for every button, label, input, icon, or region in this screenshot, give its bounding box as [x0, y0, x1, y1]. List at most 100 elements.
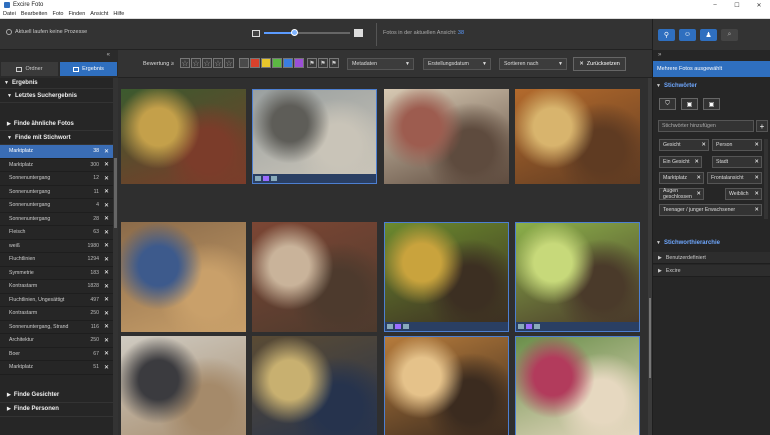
menu-hilfe[interactable]: Hilfe: [113, 11, 124, 17]
keyword-row[interactable]: Sonnenuntergang, Strand 116 ✕: [0, 321, 113, 334]
minimize-button[interactable]: –: [704, 0, 726, 10]
section-faces[interactable]: ▶ Finde Gesichter: [0, 388, 113, 403]
remove-keyword-icon[interactable]: ✕: [104, 269, 109, 276]
keyword-row[interactable]: Fluchtlinien, Ungesättigt 497 ✕: [0, 294, 113, 307]
keyword-row[interactable]: Kontrastarm 1828 ✕: [0, 280, 113, 294]
remove-keyword-icon[interactable]: ✕: [104, 188, 109, 195]
keyword-tag[interactable]: Frontalansicht ✕: [707, 172, 762, 184]
color-tag-icon[interactable]: [526, 324, 532, 329]
color-label-swatch[interactable]: [261, 58, 271, 68]
section-last-search[interactable]: ▼ Letztes Suchergebnis: [0, 89, 113, 103]
hierarchy-item-excire[interactable]: ▶ Excire: [653, 265, 770, 277]
keyword-tag[interactable]: Stadt ✕: [712, 156, 762, 168]
keyword-row[interactable]: Fleisch 63 ✕: [0, 226, 113, 240]
section-persons[interactable]: ▶ Finde Personen: [0, 402, 113, 417]
remove-tag-icon[interactable]: ✕: [754, 191, 759, 197]
rating-icon[interactable]: [387, 324, 393, 329]
color-label-swatch[interactable]: [283, 58, 293, 68]
remove-tag-icon[interactable]: ✕: [701, 142, 706, 148]
keyword-tags-scrollbar[interactable]: [764, 139, 768, 219]
close-button[interactable]: ✕: [748, 0, 770, 10]
zoom-slider[interactable]: [264, 29, 350, 36]
remove-keyword-icon[interactable]: ✕: [104, 310, 109, 317]
left-panel-scroll-thumb[interactable]: [114, 158, 117, 228]
keyword-tag[interactable]: Teenager / junger Erwachsener ✕: [659, 204, 762, 216]
remove-keyword-icon[interactable]: ✕: [104, 161, 109, 168]
metadata-dropdown[interactable]: Metadaten ▼: [347, 58, 414, 70]
remove-keyword-icon[interactable]: ✕: [104, 323, 109, 330]
photo-thumbnail[interactable]: [384, 89, 509, 184]
keyword-tag[interactable]: Marktplatz ✕: [659, 172, 704, 184]
star-icon[interactable]: ☆: [224, 58, 234, 68]
star-icon[interactable]: ☆: [180, 58, 190, 68]
remove-keyword-icon[interactable]: ✕: [104, 242, 109, 249]
photo-thumbnail[interactable]: [515, 336, 640, 435]
search-tool-button[interactable]: ⌕: [721, 28, 738, 41]
date-dropdown[interactable]: Erstellungsdatum ▼: [423, 58, 491, 70]
color-label-swatch[interactable]: [239, 58, 249, 68]
flag-icon[interactable]: ⚑: [329, 58, 339, 68]
photo-thumbnail[interactable]: [515, 89, 640, 184]
star-icon[interactable]: ☆: [202, 58, 212, 68]
rating-icon[interactable]: [255, 176, 261, 181]
photo-thumbnail[interactable]: [515, 222, 640, 332]
remove-keyword-icon[interactable]: ✕: [104, 148, 109, 155]
keyword-row[interactable]: Marktplatz 38 ✕: [0, 145, 113, 159]
keyword-row[interactable]: Marktplatz 51 ✕: [0, 361, 113, 375]
section-similar[interactable]: ▶ Finde ähnliche Fotos: [0, 117, 113, 131]
rating-icon[interactable]: [518, 324, 524, 329]
menu-foto[interactable]: Foto: [52, 11, 63, 17]
zoom-in-icon[interactable]: [354, 29, 363, 37]
flag-icon[interactable]: [403, 324, 409, 329]
remove-tag-icon[interactable]: ✕: [754, 207, 759, 213]
keyword-row[interactable]: Sonnenuntergang 28 ✕: [0, 213, 113, 226]
keyword-tag[interactable]: Gesicht ✕: [659, 139, 709, 151]
remove-keyword-icon[interactable]: ✕: [104, 175, 109, 182]
remove-keyword-icon[interactable]: ✕: [104, 364, 109, 371]
remove-tag-icon[interactable]: ✕: [754, 159, 759, 165]
flag-icon[interactable]: ⚑: [318, 58, 328, 68]
sort-dropdown[interactable]: Sortieren nach ▼: [499, 58, 567, 70]
zoom-slider-handle[interactable]: [291, 29, 299, 36]
keywords-tool-button[interactable]: ⚲: [658, 28, 675, 41]
section-keywords[interactable]: ▼ Stichwörter: [653, 80, 770, 92]
remove-keyword-icon[interactable]: ✕: [104, 283, 109, 290]
keyword-input[interactable]: Stichwörter hinzufügen: [658, 120, 754, 132]
photo-thumbnail[interactable]: [121, 336, 246, 435]
collapse-left-panel-icon[interactable]: «: [107, 52, 110, 58]
maximize-button[interactable]: ☐: [726, 0, 748, 10]
remove-keyword-icon[interactable]: ✕: [104, 229, 109, 236]
hierarchy-item-benutzerdefiniert[interactable]: ▶ Benutzerdefiniert: [653, 252, 770, 264]
keyword-row[interactable]: Fluchtlinien 1294 ✕: [0, 253, 113, 267]
keyword-tag[interactable]: Augen geschlossen ✕: [659, 188, 704, 200]
menu-bearbeiten[interactable]: Bearbeiten: [21, 11, 48, 17]
photo-thumbnail[interactable]: [384, 222, 509, 332]
flag-icon[interactable]: ⚑: [307, 58, 317, 68]
keyword-row[interactable]: Sonnenuntergang 4 ✕: [0, 199, 113, 213]
photo-thumbnail[interactable]: [384, 336, 509, 435]
photo-thumbnail[interactable]: [121, 222, 246, 332]
remove-keyword-icon[interactable]: ✕: [104, 215, 109, 222]
keyword-row[interactable]: Architektur 250 ✕: [0, 334, 113, 348]
section-keyword-hierarchy[interactable]: ▼ Stichworthierarchie: [653, 237, 770, 249]
color-label-swatch[interactable]: [250, 58, 260, 68]
photo-thumbnail[interactable]: [252, 336, 377, 435]
export-keyword-icon[interactable]: ▣: [703, 98, 720, 110]
keyword-row[interactable]: weiß 1980 ✕: [0, 240, 113, 253]
remove-keyword-icon[interactable]: ✕: [104, 202, 109, 209]
photo-thumbnail[interactable]: [252, 222, 377, 332]
menu-finden[interactable]: Finden: [68, 11, 85, 17]
keyword-row[interactable]: Sonnenuntergang 11 ✕: [0, 186, 113, 199]
color-label-swatch[interactable]: [272, 58, 282, 68]
keyword-row[interactable]: Sonnenuntergang 12 ✕: [0, 172, 113, 186]
add-keyword-button[interactable]: +: [756, 120, 768, 132]
remove-keyword-icon[interactable]: ✕: [104, 337, 109, 344]
remove-tag-icon[interactable]: ✕: [754, 142, 759, 148]
zoom-out-icon[interactable]: [252, 29, 260, 37]
keyword-row[interactable]: Kontrastarm 250 ✕: [0, 307, 113, 321]
remove-tag-icon[interactable]: ✕: [694, 159, 699, 165]
star-icon[interactable]: ☆: [191, 58, 201, 68]
remove-tag-icon[interactable]: ✕: [754, 175, 759, 181]
person-keyword-icon[interactable]: ⛉: [659, 98, 676, 110]
color-label-swatch[interactable]: [294, 58, 304, 68]
